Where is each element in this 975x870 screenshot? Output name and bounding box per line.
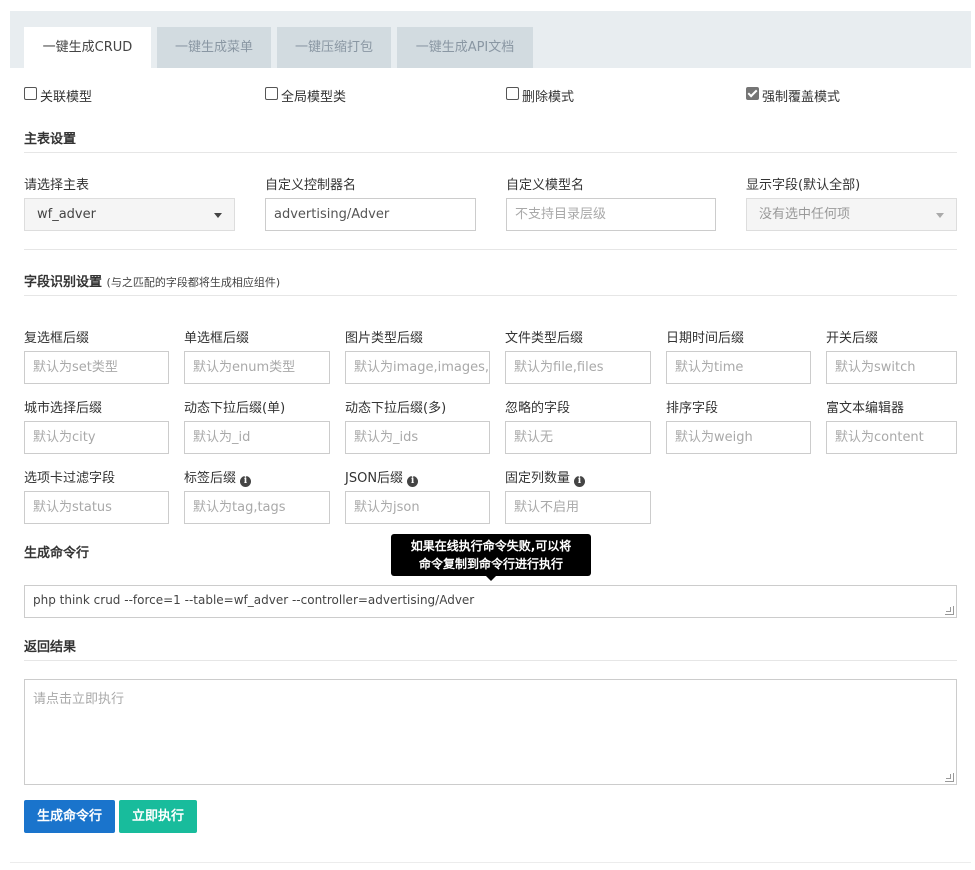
fields-select-value: 没有选中任何项 <box>759 207 851 222</box>
execute-button[interactable]: 立即执行 <box>119 800 197 833</box>
resize-handle[interactable] <box>945 773 954 782</box>
main-settings-title: 主表设置 <box>24 132 77 147</box>
field-label: 固定列数量 i <box>505 467 586 487</box>
info-icon[interactable]: i <box>407 476 419 487</box>
chevron-down-icon <box>936 213 944 218</box>
chevron-down-icon <box>214 213 222 218</box>
field-label: 富文本编辑器 <box>826 401 905 416</box>
field-label: 动态下拉后缀(多) <box>345 401 447 416</box>
tag-suffix-input[interactable]: 默认为tag,tags <box>184 491 330 524</box>
field-label: 标签后缀 i <box>184 467 252 487</box>
field-label: 选项卡过滤字段 <box>24 471 116 486</box>
divider <box>24 152 957 153</box>
json-suffix-input[interactable]: 默认为json <box>345 491 490 524</box>
file-suffix-input[interactable]: 默认为file,files <box>505 351 651 384</box>
field-label: 图片类型后缀 <box>345 331 424 346</box>
select-multi-suffix-input[interactable]: 默认为_ids <box>345 421 490 454</box>
tooltip-line: 如果在线执行命令失败,可以将 <box>410 539 572 553</box>
relation-model-checkbox[interactable] <box>24 87 37 100</box>
field-label: 排序字段 <box>666 401 719 416</box>
global-model-checkbox[interactable] <box>265 87 278 100</box>
divider <box>24 249 957 250</box>
checkbox-suffix-input[interactable]: 默认为set类型 <box>24 351 169 384</box>
result-textarea[interactable]: 请点击立即执行 <box>24 679 957 785</box>
field-label: 日期时间后缀 <box>666 331 745 346</box>
field-label: 单选框后缀 <box>184 331 250 346</box>
info-icon[interactable]: i <box>574 476 586 487</box>
divider <box>10 862 971 863</box>
info-icon[interactable]: i <box>240 476 252 487</box>
controller-label: 自定义控制器名 <box>265 178 357 193</box>
city-suffix-input[interactable]: 默认为city <box>24 421 169 454</box>
command-tooltip: 如果在线执行命令失败,可以将 命令复制到命令行进行执行 <box>391 534 591 581</box>
editor-suffix-input[interactable]: 默认为content <box>826 421 957 454</box>
tab-menu[interactable]: 一键生成菜单 <box>157 27 271 68</box>
table-select[interactable]: wf_adver <box>24 198 235 231</box>
fixed-columns-input[interactable]: 默认不启用 <box>505 491 651 524</box>
relation-model-label: 关联模型 <box>40 90 93 105</box>
fixed-columns-label: 固定列数量 <box>505 471 571 486</box>
result-title: 返回结果 <box>24 640 77 655</box>
radio-suffix-input[interactable]: 默认为enum类型 <box>184 351 330 384</box>
divider <box>24 660 957 661</box>
global-model-label: 全局模型类 <box>281 90 347 105</box>
tab-bar: 一键生成CRUD 一键生成菜单 一键压缩打包 一键生成API文档 <box>10 11 971 68</box>
field-settings-title: 字段识别设置 (与之匹配的字段都将生成相应组件) <box>24 271 280 290</box>
divider <box>24 295 957 296</box>
tab-package[interactable]: 一键压缩打包 <box>277 27 391 68</box>
table-label: 请选择主表 <box>24 178 90 193</box>
datetime-suffix-input[interactable]: 默认为time <box>666 351 811 384</box>
fields-label: 显示字段(默认全部) <box>746 178 861 193</box>
field-label: 开关后缀 <box>826 331 879 346</box>
field-label: 城市选择后缀 <box>24 401 103 416</box>
generate-command-button[interactable]: 生成命令行 <box>24 800 115 833</box>
field-label: 动态下拉后缀(单) <box>184 401 286 416</box>
select-single-suffix-input[interactable]: 默认为_id <box>184 421 330 454</box>
controller-input[interactable]: advertising/Adver <box>265 198 476 231</box>
result-placeholder: 请点击立即执行 <box>33 692 125 707</box>
fields-select[interactable]: 没有选中任何项 <box>746 198 957 231</box>
model-label: 自定义模型名 <box>506 178 585 193</box>
field-settings-title-text: 字段识别设置 <box>24 275 103 290</box>
field-label: JSON后缀 i <box>345 467 419 487</box>
tab-crud[interactable]: 一键生成CRUD <box>24 27 151 68</box>
table-select-value: wf_adver <box>37 207 96 222</box>
field-label: 忽略的字段 <box>505 401 571 416</box>
tab-api-doc[interactable]: 一键生成API文档 <box>397 27 533 68</box>
image-suffix-input[interactable]: 默认为image,images,avatar,avatars <box>345 351 490 384</box>
tag-suffix-label: 标签后缀 <box>184 471 237 486</box>
delete-mode-label: 删除模式 <box>522 90 575 105</box>
resize-handle[interactable] <box>945 606 954 615</box>
ignore-fields-input[interactable]: 默认无 <box>505 421 651 454</box>
model-input[interactable]: 不支持目录层级 <box>506 198 716 231</box>
field-settings-subtitle: (与之匹配的字段都将生成相应组件) <box>106 276 281 289</box>
tooltip-line: 命令复制到命令行进行执行 <box>418 557 563 571</box>
force-overwrite-checkbox[interactable] <box>746 87 759 100</box>
command-title: 生成命令行 <box>24 546 90 561</box>
command-textarea[interactable]: php think crud --force=1 --table=wf_adve… <box>24 585 957 618</box>
tab-filter-input[interactable]: 默认为status <box>24 491 169 524</box>
field-label: 文件类型后缀 <box>505 331 584 346</box>
switch-suffix-input[interactable]: 默认为switch <box>826 351 957 384</box>
json-suffix-label: JSON后缀 <box>345 471 404 486</box>
sort-field-input[interactable]: 默认为weigh <box>666 421 811 454</box>
command-text: php think crud --force=1 --table=wf_adve… <box>33 593 475 607</box>
force-overwrite-label: 强制覆盖模式 <box>762 90 841 105</box>
field-label: 复选框后缀 <box>24 331 90 346</box>
delete-mode-checkbox[interactable] <box>506 87 519 100</box>
